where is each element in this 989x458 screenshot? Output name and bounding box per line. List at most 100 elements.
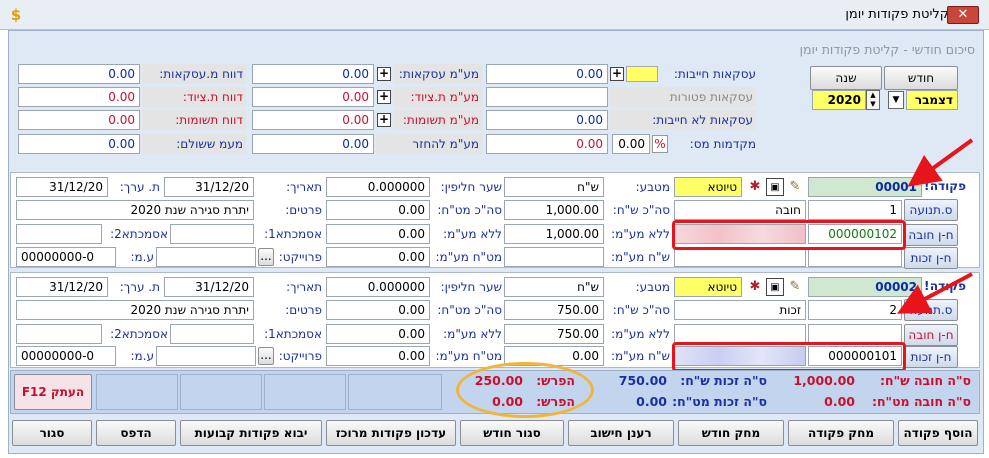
report-sales-value: 0.00	[18, 64, 140, 84]
novat-fx-field[interactable]: 0.00	[326, 324, 430, 344]
window-icon[interactable]: ▣	[766, 278, 784, 296]
date-field[interactable]: 31/12/20	[164, 277, 254, 297]
novat-fx-label: ללא מע"מ:	[443, 327, 502, 341]
currency-field[interactable]: ש"ח	[504, 277, 604, 297]
total-debit-fx-label: ס"ה חובה מט"ח:	[871, 394, 971, 409]
novat-fx-field[interactable]: 0.00	[326, 224, 430, 244]
ref1-field[interactable]	[170, 224, 254, 244]
ref2-field[interactable]	[16, 324, 102, 344]
year-spinner[interactable]: ▲ ▼	[866, 90, 880, 110]
project-field[interactable]	[156, 346, 256, 366]
edit-icon[interactable]: ✎	[786, 178, 804, 196]
novat-field[interactable]: 1,000.00	[504, 224, 604, 244]
total-fx-label: סה"כ מט"ח:	[437, 303, 502, 317]
taxable-value: 0.00	[486, 64, 608, 84]
vat-fx-field[interactable]: 0.00	[326, 247, 430, 267]
draft-status: טיוטא	[674, 177, 742, 197]
report-sales-label: דווח מ.עסקאות:	[142, 64, 246, 84]
total-debit-fx-value: 0.00	[824, 394, 855, 409]
um-label: ע.מ:	[130, 349, 154, 363]
empty-cell	[96, 374, 178, 410]
rate-field[interactable]: 0.000000	[326, 177, 430, 197]
ref2-label: אסמכתא2:	[110, 327, 168, 341]
total-field[interactable]: 750.00	[504, 300, 604, 320]
um-field[interactable]: 00000000-0	[16, 346, 116, 366]
draft-status: טיוטא	[674, 277, 742, 297]
advance-pct[interactable]: 0.00	[612, 134, 650, 154]
project-field[interactable]	[156, 247, 256, 267]
highlight-difference	[456, 362, 594, 418]
report-inputs-label: דווח תשומות:	[142, 110, 246, 130]
project-browse-button[interactable]: ...	[258, 248, 274, 266]
vat-sh-label: ש"ח מע"מ:	[610, 349, 670, 363]
ref2-field[interactable]	[16, 224, 102, 244]
delete-entry-button[interactable]: מחק פקודה	[788, 420, 894, 446]
ref1-field[interactable]	[170, 324, 254, 344]
close-button-bottom[interactable]: סגור	[12, 420, 92, 446]
report-equipment-value: 0.00	[18, 87, 140, 107]
taxable-indicator	[626, 66, 658, 82]
total-fx-field[interactable]: 0.00	[326, 300, 430, 320]
total-debit-sh-label: ס"ה חובה ש"ח:	[880, 373, 971, 388]
copy-f12-button[interactable]: העתק F12	[14, 374, 92, 410]
expand-vat-sales-icon[interactable]: +	[377, 67, 391, 81]
value-date-label: ת. ערך:	[119, 180, 160, 194]
chevron-down-icon[interactable]: ▼	[888, 91, 904, 109]
total-fx-field[interactable]: 0.00	[326, 200, 430, 220]
credit-account-name	[674, 247, 806, 267]
delete-month-button[interactable]: מחק חודש	[678, 420, 784, 446]
nontaxable-value: 0.00	[486, 110, 608, 130]
date-field[interactable]: 31/12/20	[164, 177, 254, 197]
expand-vat-inputs-icon[interactable]: +	[377, 113, 391, 127]
vat-sh-field[interactable]	[504, 247, 604, 267]
rate-field[interactable]: 0.000000	[326, 277, 430, 297]
value-date-label: ת. ערך:	[119, 280, 160, 294]
nontaxable-label: עסקאות לא חייבות:	[610, 110, 756, 130]
details-label: פרטים:	[285, 203, 322, 217]
window-icon[interactable]: ▣	[766, 178, 784, 196]
expand-vat-equipment-icon[interactable]: +	[377, 90, 391, 104]
total-fx-label: סה"כ מט"ח:	[437, 203, 502, 217]
project-browse-button[interactable]: ...	[258, 347, 274, 365]
credit-account-button[interactable]: ח-ן זכות	[904, 346, 958, 368]
year-field[interactable]: 2020	[812, 90, 866, 110]
details-field[interactable]: יתרת סגירה שנת 2020	[16, 300, 254, 320]
edit-icon[interactable]: ✎	[786, 278, 804, 296]
highlight-debit-account	[672, 220, 906, 250]
vat-paid-value: 0.00	[18, 134, 140, 154]
vat-sh-label: ש"ח מע"מ:	[610, 250, 670, 264]
add-entry-button[interactable]: הוסף פקודה	[898, 420, 978, 446]
currency-field[interactable]: ש"ח	[504, 177, 604, 197]
novat-field[interactable]: 750.00	[504, 324, 604, 344]
details-field[interactable]: יתרת סגירה שנת 2020	[16, 200, 254, 220]
currency-label: מטבע:	[635, 280, 670, 294]
empty-cell	[180, 374, 262, 410]
month-label-button[interactable]: חודש	[884, 66, 958, 90]
month-select[interactable]: דצמבר	[906, 90, 958, 110]
import-fixed-entries-button[interactable]: יבוא פקודות קבועות	[180, 420, 322, 446]
print-button[interactable]: הדפס	[96, 420, 176, 446]
vat-inputs-value: 0.00	[252, 110, 374, 130]
empty-cell	[264, 374, 346, 410]
close-month-button[interactable]: סגור חודש	[460, 420, 564, 446]
details-label: פרטים:	[285, 303, 322, 317]
year-label-button[interactable]: שנה	[810, 66, 882, 90]
vat-paid-label: מעמ ששולם:	[142, 134, 246, 154]
refresh-calc-button[interactable]: רענן חישוב	[568, 420, 674, 446]
novat-label: ללא מע"מ:	[611, 227, 670, 241]
bulk-update-button[interactable]: עדכון פקודות מרוכז	[326, 420, 456, 446]
close-button[interactable]: ✕	[947, 6, 979, 24]
expand-taxable-icon[interactable]: +	[610, 67, 624, 81]
bug-icon[interactable]: ✱	[746, 178, 764, 196]
total-field[interactable]: 1,000.00	[504, 200, 604, 220]
vat-refund-value: 0.00	[252, 134, 374, 154]
rate-label: שער חליפין:	[440, 180, 502, 194]
vat-fx-field[interactable]: 0.00	[326, 346, 430, 366]
bug-icon[interactable]: ✱	[746, 278, 764, 296]
window-title: קליטת פקודות יומן	[845, 7, 949, 22]
ref1-label: אסמכתא1:	[264, 227, 322, 241]
um-field[interactable]: 00000000-0	[16, 247, 116, 267]
novat-fx-label: ללא מע"מ:	[443, 227, 502, 241]
value-date-field[interactable]: 31/12/20	[16, 177, 108, 197]
value-date-field[interactable]: 31/12/20	[16, 277, 108, 297]
